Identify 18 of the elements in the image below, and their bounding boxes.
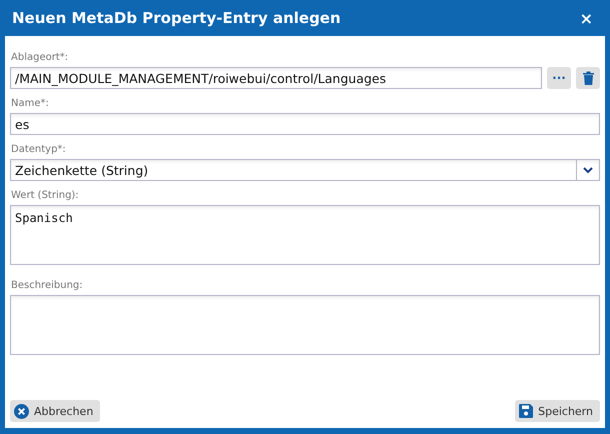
chevron-down-icon bbox=[583, 166, 593, 174]
close-circle-icon bbox=[14, 404, 29, 418]
field-label: Ablageort*: bbox=[11, 51, 70, 65]
field-label: Datentyp*: bbox=[11, 143, 67, 157]
type-dropdown[interactable]: Zeichenkette (String) bbox=[10, 159, 600, 181]
close-button[interactable]: × bbox=[576, 8, 597, 28]
delete-button[interactable] bbox=[576, 67, 600, 89]
browse-button[interactable]: ··· bbox=[547, 67, 571, 89]
text-field[interactable]: /MAIN_MODULE_MANAGEMENT/roiwebui/control/Languages bbox=[10, 67, 542, 89]
save-button[interactable]: Speichern bbox=[515, 400, 600, 422]
text-field[interactable]: es bbox=[10, 113, 600, 135]
text-area[interactable]: Spanisch bbox=[10, 205, 600, 265]
field-label: Name*: bbox=[11, 97, 50, 111]
field-label: Beschreibung: bbox=[11, 279, 84, 293]
window-title: Neuen MetaDb Property-Entry anlegen bbox=[12, 9, 341, 27]
field-label: Wert (String): bbox=[11, 189, 80, 203]
cancel-button[interactable]: Abbrechen bbox=[10, 400, 100, 422]
trash-icon bbox=[582, 71, 594, 85]
